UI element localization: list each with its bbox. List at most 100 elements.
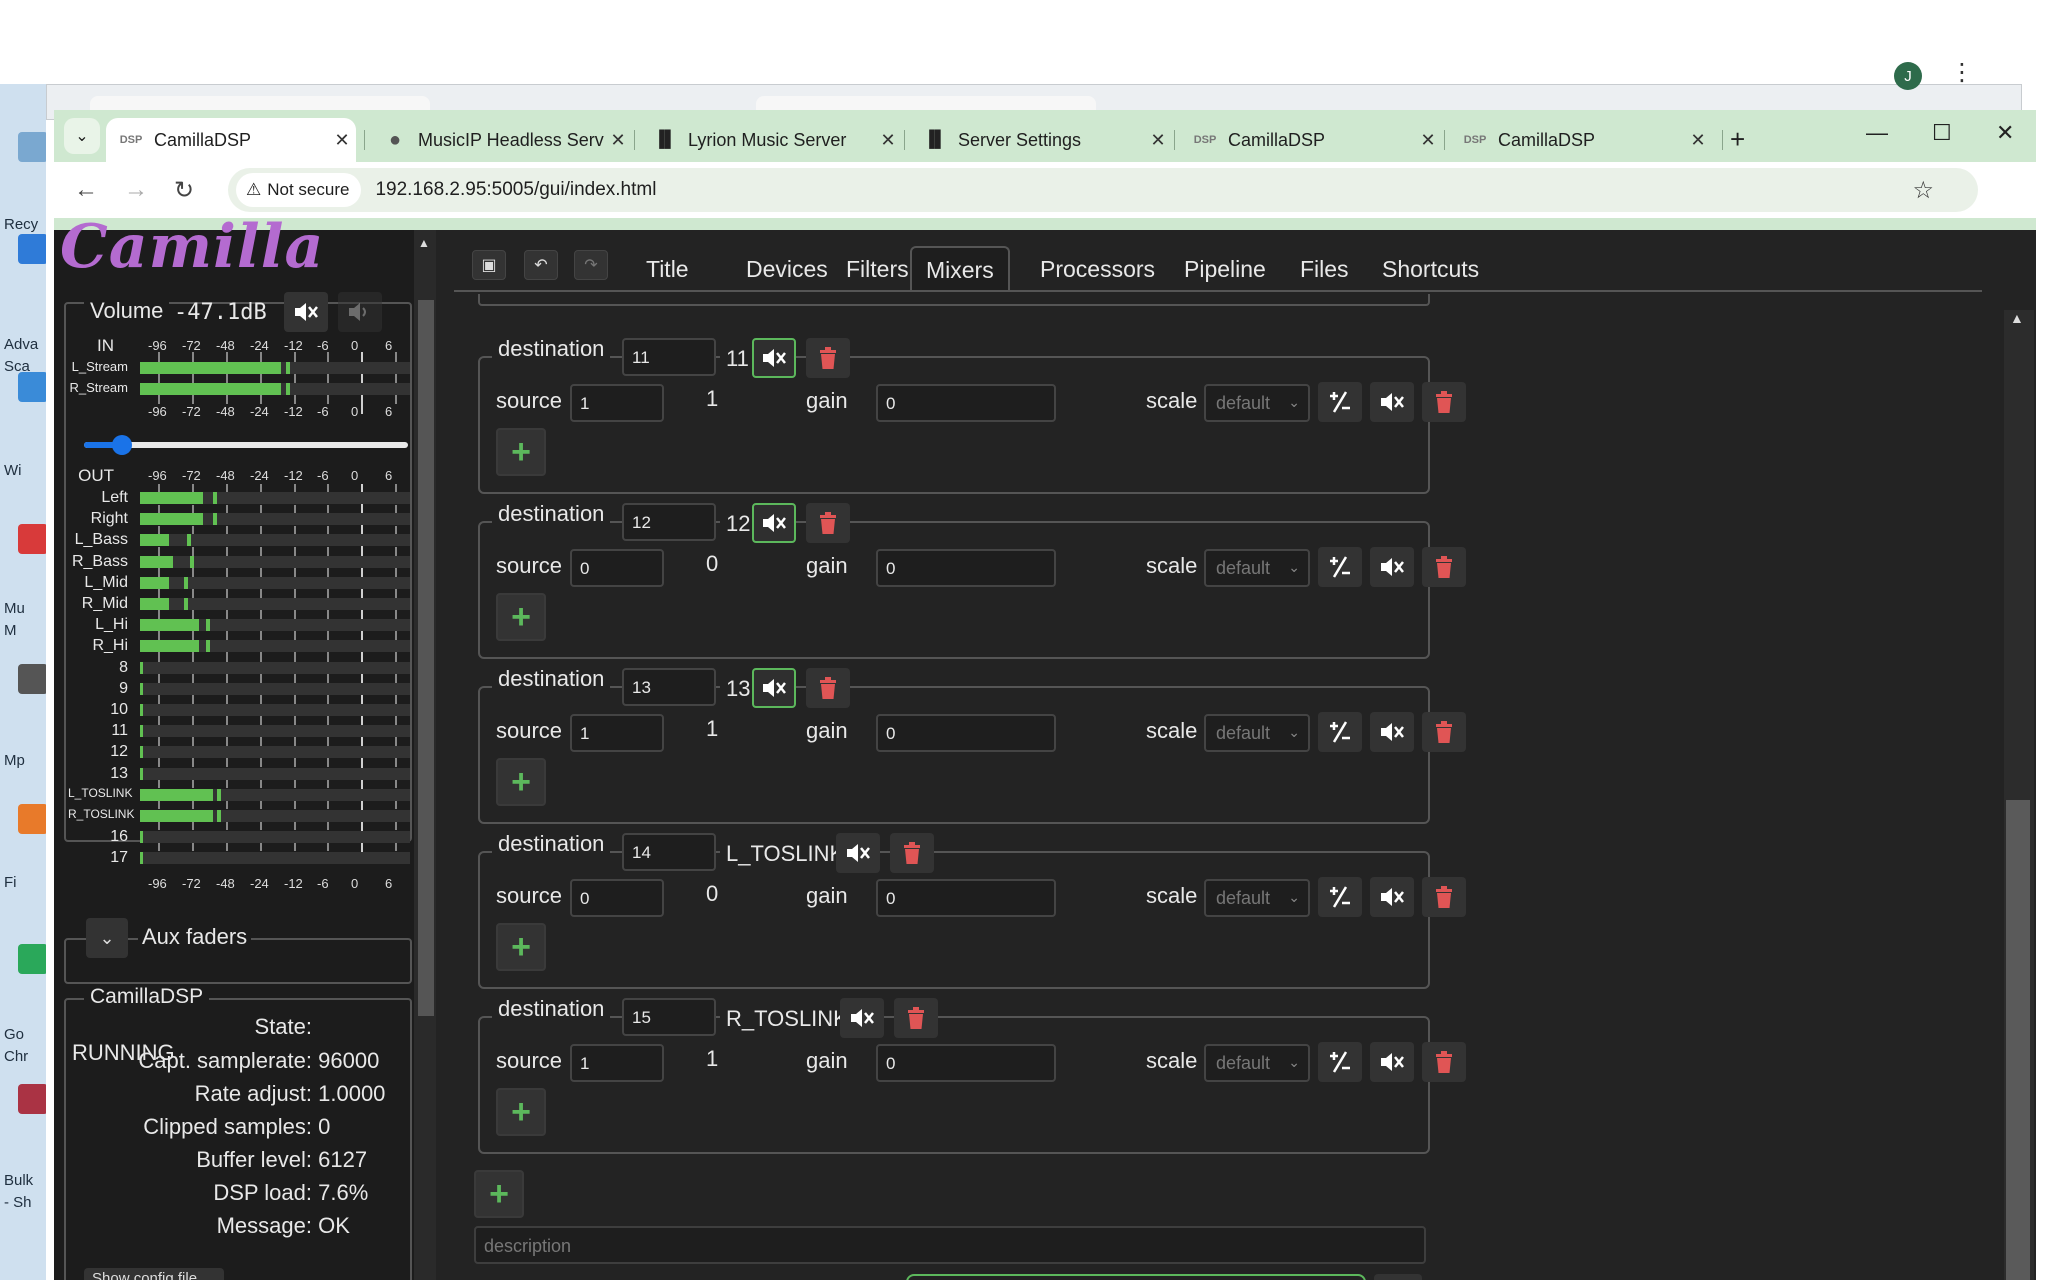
scale-select[interactable]: default ⌄ [1204, 714, 1310, 752]
mute-destination-button[interactable] [840, 998, 884, 1038]
mute-source-button[interactable] [1370, 1042, 1414, 1082]
mute-volume-button[interactable] [284, 292, 328, 332]
browser-menu-icon[interactable]: ⋮ [1950, 58, 1974, 87]
delete-destination-button[interactable] [890, 833, 934, 873]
delete-destination-button[interactable] [806, 668, 850, 708]
add-source-button[interactable]: + [496, 923, 546, 971]
volume-slider-track[interactable] [84, 442, 408, 448]
security-chip[interactable]: ⚠ Not secure [236, 173, 362, 207]
browser-tab[interactable]: ● MusicIP Headless Serv ✕ [370, 118, 632, 162]
scale-select[interactable]: default ⌄ [1204, 879, 1310, 917]
partial-button[interactable] [1374, 1274, 1422, 1280]
mute-source-button[interactable] [1370, 877, 1414, 917]
new-tab-button[interactable]: + [1730, 124, 1745, 155]
gain-input[interactable]: 0 [876, 384, 1056, 422]
redo-button[interactable]: ↷ [574, 250, 608, 280]
source-input[interactable]: 1 [570, 714, 664, 752]
close-tab-icon[interactable]: ✕ [328, 130, 356, 151]
mute-source-button[interactable] [1370, 712, 1414, 752]
volume-slider-thumb[interactable] [111, 435, 132, 455]
profile-avatar[interactable]: J [1894, 62, 1922, 90]
invert-polarity-button[interactable] [1318, 382, 1362, 422]
desktop-app-icon[interactable] [18, 664, 46, 694]
address-bar[interactable]: ⚠ Not secure 192.168.2.95:5005/gui/index… [228, 168, 1978, 212]
scale-select[interactable]: default ⌄ [1204, 549, 1310, 587]
tab-shortcuts[interactable]: Shortcuts [1368, 246, 1493, 292]
gain-input[interactable]: 0 [876, 549, 1056, 587]
add-source-button[interactable]: + [496, 428, 546, 476]
invert-polarity-button[interactable] [1318, 712, 1362, 752]
tab-processors[interactable]: Processors [1026, 246, 1169, 292]
scroll-up-icon[interactable]: ▲ [418, 236, 430, 250]
delete-destination-button[interactable] [806, 338, 850, 378]
add-source-button[interactable]: + [496, 593, 546, 641]
browser-tab[interactable]: DSP CamillaDSP ✕ [106, 118, 356, 162]
invert-polarity-button[interactable] [1318, 877, 1362, 917]
scale-select[interactable]: default ⌄ [1204, 384, 1310, 422]
desktop-app-icon[interactable] [18, 1084, 46, 1114]
close-tab-icon[interactable]: ✕ [604, 130, 632, 151]
desktop-app-icon[interactable] [18, 372, 46, 402]
tab-pipeline[interactable]: Pipeline [1170, 246, 1280, 292]
mute-destination-button[interactable] [752, 668, 796, 708]
destination-input[interactable]: 14 [622, 833, 716, 871]
browser-tab[interactable]: ▐▌ Lyrion Music Server ✕ [640, 118, 902, 162]
scale-select[interactable]: default ⌄ [1204, 1044, 1310, 1082]
tab-search-button[interactable]: ⌄ [64, 118, 100, 154]
tab-devices[interactable]: Devices [732, 246, 842, 292]
desktop-app-icon[interactable] [18, 132, 46, 162]
reload-icon[interactable]: ↻ [174, 176, 194, 205]
desktop-app-icon[interactable] [18, 524, 46, 554]
gain-input[interactable]: 0 [876, 1044, 1056, 1082]
close-tab-icon[interactable]: ✕ [1144, 130, 1172, 151]
delete-source-button[interactable] [1422, 877, 1466, 917]
right-scrollbar-thumb[interactable] [2006, 800, 2030, 1280]
show-config-button[interactable]: Show config file [84, 1268, 224, 1280]
close-tab-icon[interactable]: ✕ [1414, 130, 1442, 151]
delete-destination-button[interactable] [806, 503, 850, 543]
invert-polarity-button[interactable] [1318, 1042, 1362, 1082]
delete-source-button[interactable] [1422, 1042, 1466, 1082]
maximize-icon[interactable]: ☐ [1932, 120, 1952, 146]
bookmark-star-icon[interactable]: ☆ [1912, 176, 1934, 205]
browser-tab[interactable]: ▐▌ Server Settings ✕ [910, 118, 1172, 162]
compact-view-button[interactable]: ▣ [472, 250, 506, 280]
desktop-app-icon[interactable] [18, 804, 46, 834]
tab-mixers[interactable]: Mixers [910, 246, 1010, 292]
add-source-button[interactable]: + [496, 1088, 546, 1136]
undo-button[interactable]: ↶ [524, 250, 558, 280]
browser-tab[interactable]: DSP CamillaDSP ✕ [1180, 118, 1442, 162]
forward-icon[interactable]: → [124, 176, 148, 204]
desktop-app-icon[interactable] [18, 944, 46, 974]
close-tab-icon[interactable]: ✕ [874, 130, 902, 151]
source-input[interactable]: 0 [570, 549, 664, 587]
delete-source-button[interactable] [1422, 712, 1466, 752]
destination-input[interactable]: 12 [622, 503, 716, 541]
mute-destination-button[interactable] [836, 833, 880, 873]
add-destination-button[interactable]: + [474, 1170, 524, 1218]
browser-tab[interactable]: DSP CamillaDSP ✕ [1450, 118, 1712, 162]
desktop-app-icon[interactable] [18, 234, 46, 264]
tab-files[interactable]: Files [1286, 246, 1363, 292]
source-input[interactable]: 0 [570, 879, 664, 917]
minimize-icon[interactable]: — [1866, 120, 1888, 146]
delete-source-button[interactable] [1422, 382, 1466, 422]
delete-destination-button[interactable] [894, 998, 938, 1038]
gain-input[interactable]: 0 [876, 714, 1056, 752]
source-input[interactable]: 1 [570, 1044, 664, 1082]
aux-faders-toggle[interactable]: ⌄ [86, 918, 128, 958]
back-icon[interactable]: ← [74, 176, 98, 204]
destination-input[interactable]: 13 [622, 668, 716, 706]
destination-input[interactable]: 11 [622, 338, 716, 376]
destination-input[interactable]: 15 [622, 998, 716, 1036]
close-window-icon[interactable]: ✕ [1996, 120, 2014, 146]
mute-destination-button[interactable] [752, 338, 796, 378]
tab-title[interactable]: Title [632, 246, 703, 292]
delete-source-button[interactable] [1422, 547, 1466, 587]
scroll-up-icon[interactable]: ▲ [2010, 310, 2024, 326]
left-scrollbar-thumb[interactable] [418, 300, 434, 1016]
close-tab-icon[interactable]: ✕ [1684, 130, 1712, 151]
source-input[interactable]: 1 [570, 384, 664, 422]
mute-destination-button[interactable] [752, 503, 796, 543]
mute-source-button[interactable] [1370, 382, 1414, 422]
